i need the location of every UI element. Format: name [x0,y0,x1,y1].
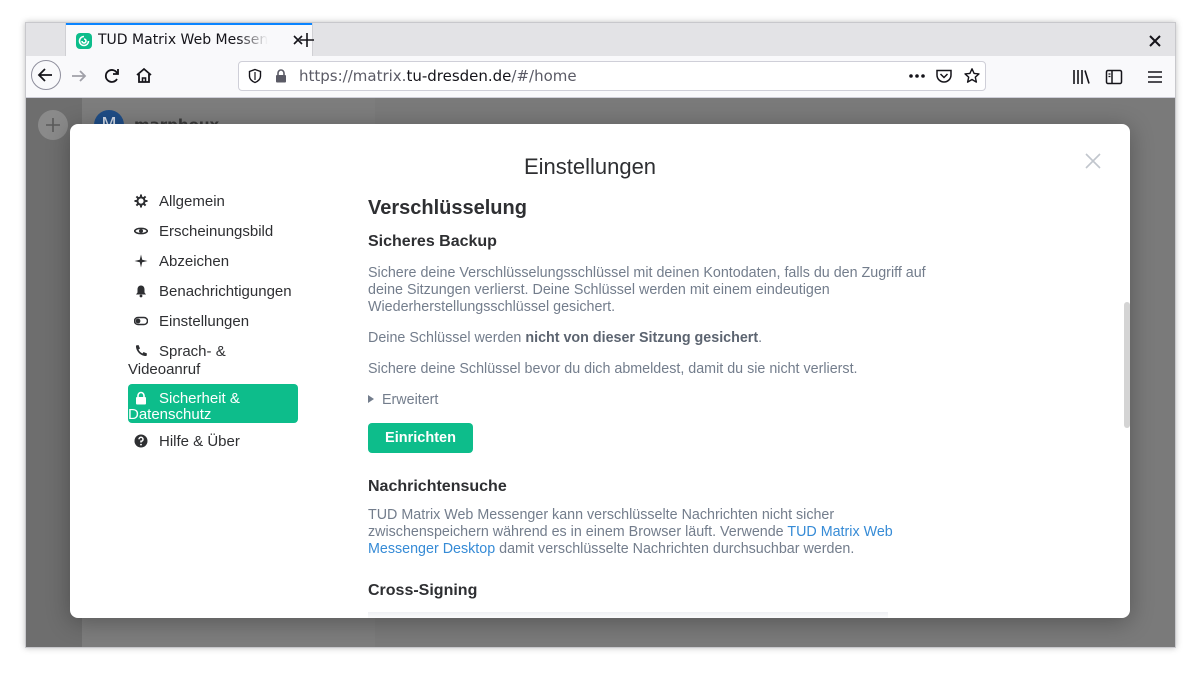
nav-item-label: Allgemein [159,193,225,210]
reload-icon[interactable] [96,60,128,92]
nav-item-benachrichtigungen[interactable]: Benachrichtigungen [128,277,298,307]
element-favicon-icon [76,33,92,49]
sparkle-icon [134,254,148,268]
nav-item-sicherheit-datenschutz[interactable]: Sicherheit & Datenschutz [128,384,298,423]
backup-heading: Sicheres Backup [368,233,497,250]
section-title: Verschlüsselung [368,197,527,219]
bookmark-star-icon[interactable] [963,67,981,89]
new-tab-icon[interactable] [298,31,316,49]
disclosure-triangle-icon [368,395,374,403]
gear-icon [134,194,148,208]
tab-bar: TUD Matrix Web Messenger [26,23,1175,56]
nav-item-label: Abzeichen [159,253,230,270]
browser-tab[interactable]: TUD Matrix Web Messenger [66,23,312,56]
url-bar[interactable]: https://matrix.tu-dresden.de/#/home [238,61,986,91]
navigation-toolbar: https://matrix.tu-dresden.de/#/home [26,56,1175,98]
sidebar-icon[interactable] [1105,68,1123,90]
backup-status: Deine Schlüssel werden nicht von dieser … [368,330,763,346]
search-description: TUD Matrix Web Messenger kann verschlüss… [368,507,893,557]
library-icon[interactable] [1072,68,1092,90]
search-heading: Nachrichtensuche [368,478,507,495]
settings-dialog: Einstellungen Allgemein Erscheinungsbild… [70,124,1130,618]
nav-item-label: Hilfe & Über [159,433,240,450]
shield-icon[interactable] [247,68,263,88]
close-icon[interactable] [1084,152,1102,170]
tab-title: TUD Matrix Web Messenger [98,32,268,48]
nav-item-einstellungen[interactable]: Einstellungen [128,307,298,337]
advanced-toggle[interactable]: Erweitert [368,392,438,408]
dialog-title: Einstellungen [523,154,657,179]
nav-item-sprach-videoanruf[interactable]: Sprach- & Videoanruf [128,337,298,379]
nav-item-label: Erscheinungsbild [159,223,274,240]
backup-description: Sichere deine Verschlüsselungsschlüssel … [368,265,926,315]
help-icon [134,434,148,448]
eye-icon [133,224,149,238]
toggle-icon [133,314,149,328]
clipped-text [368,612,888,618]
nav-item-allgemein[interactable]: Allgemein [128,187,298,217]
url-text[interactable]: https://matrix.tu-dresden.de/#/home [299,67,577,85]
more-dots-icon[interactable] [907,68,927,88]
bell-icon [134,284,148,298]
nav-item-label: Benachrichtigungen [159,283,292,300]
lock-icon[interactable] [273,68,289,88]
nav-item-erscheinungsbild[interactable]: Erscheinungsbild [128,217,298,247]
pocket-icon[interactable] [935,68,953,88]
hamburger-menu-icon[interactable] [1146,68,1164,90]
cross-signing-heading: Cross-Signing [368,582,478,599]
backup-advice: Sichere deine Schlüssel bevor du dich ab… [368,361,858,377]
nav-item-label-line2: Datenschutz [128,406,212,423]
lock-icon [134,391,148,405]
back-arrow-icon[interactable] [31,60,61,90]
phone-icon [134,344,148,358]
nav-item-abzeichen[interactable]: Abzeichen [128,247,298,277]
home-icon[interactable] [128,60,160,92]
add-space-icon[interactable] [38,110,68,140]
nav-item-label-line2: Videoanruf [128,361,201,378]
nav-item-hilfe-ueber[interactable]: Hilfe & Über [128,427,298,457]
forward-arrow-icon[interactable] [63,60,95,92]
window-close-icon[interactable] [1148,33,1162,47]
nav-item-label: Einstellungen [159,313,250,330]
nav-item-label: Sprach- & [159,343,226,360]
scrollbar[interactable] [1124,302,1130,428]
setup-button[interactable]: Einrichten [368,423,473,453]
